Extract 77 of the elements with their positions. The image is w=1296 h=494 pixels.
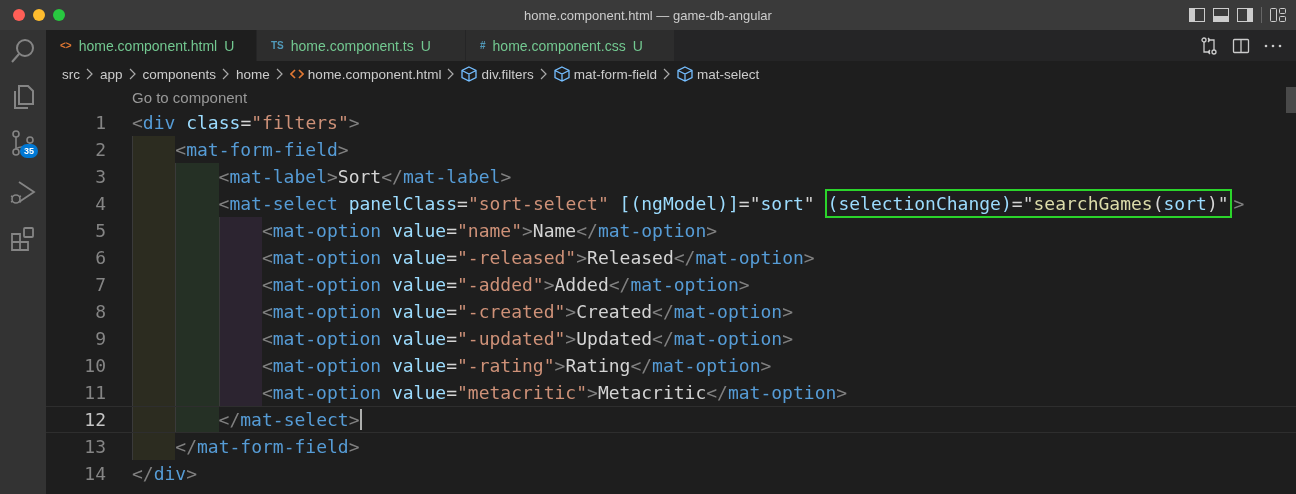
line-number: 2 xyxy=(94,138,106,162)
line-number: 9 xyxy=(94,327,106,351)
extensions-icon[interactable] xyxy=(10,226,36,252)
breadcrumb-item[interactable]: home.component.html xyxy=(289,66,442,82)
line-number: 11 xyxy=(83,381,106,405)
code-text: <mat-option value="-created">Created</mat-option> xyxy=(261,300,793,324)
cube-icon xyxy=(461,66,478,82)
chevron-right-icon xyxy=(662,68,671,80)
angle-brackets-icon xyxy=(289,69,304,79)
code-text: </mat-select> xyxy=(218,408,360,432)
cube-icon xyxy=(553,66,570,82)
code-text: > xyxy=(1233,192,1245,216)
breadcrumb-item[interactable]: src xyxy=(62,66,80,82)
toggle-secondary-sidebar-icon[interactable] xyxy=(1237,8,1253,22)
more-actions-icon[interactable] xyxy=(1264,42,1282,49)
code-text: <mat-label>Sort</mat-label> xyxy=(218,165,512,189)
code-text: <mat-option value="name">Name</mat-option> xyxy=(261,219,718,243)
editor-tab[interactable]: TS home.component.ts U xyxy=(257,30,466,61)
breadcrumb-item[interactable]: app xyxy=(100,66,123,82)
breadcrumb-item[interactable]: mat-select xyxy=(676,66,760,82)
line-number: 14 xyxy=(83,462,106,486)
indent-guide xyxy=(175,163,219,190)
line-number: 4 xyxy=(94,192,106,216)
close-window-button[interactable] xyxy=(13,9,25,21)
line-number: 12 xyxy=(83,408,106,432)
chevron-right-icon xyxy=(447,68,456,80)
line-number: 1 xyxy=(94,111,106,135)
search-icon[interactable] xyxy=(10,38,36,64)
window-title: home.component.html — game-db-angular xyxy=(524,7,772,23)
code-lens-link[interactable]: Go to component xyxy=(132,87,248,109)
line-number: 10 xyxy=(83,354,106,378)
chevron-right-icon xyxy=(275,68,284,80)
breadcrumb-item[interactable]: mat-form-field xyxy=(553,66,657,82)
code-text: <mat-option value="metacritic">Metacritic</mat-option> xyxy=(261,381,848,405)
layout-icon[interactable] xyxy=(1270,8,1286,22)
code-text: <mat-option value="-rating">Rating</mat-option> xyxy=(261,354,772,378)
chevron-right-icon xyxy=(128,68,137,80)
editor-tab[interactable]: # home.component.css U xyxy=(466,30,675,61)
editor-tab[interactable]: <> home.component.html U xyxy=(46,30,257,61)
compare-changes-icon[interactable] xyxy=(1200,36,1218,55)
code-text: <mat-select panelClass="sort-select" [(ngModel)]="sort" xyxy=(218,192,816,216)
line-number: 7 xyxy=(94,273,106,297)
code-text: </mat-form-field> xyxy=(175,435,360,459)
html-file-icon: <> xyxy=(60,40,72,51)
chevron-right-icon xyxy=(222,68,231,80)
changes-count-badge: 35 xyxy=(20,144,38,158)
css-file-icon: # xyxy=(480,40,486,51)
line-number: 6 xyxy=(94,246,106,270)
text-cursor xyxy=(359,409,362,430)
breadcrumb-item[interactable]: div.filters xyxy=(461,66,534,82)
code-text: </div> xyxy=(132,462,198,486)
run-debug-icon[interactable] xyxy=(10,180,36,206)
toggle-panel-icon[interactable] xyxy=(1213,8,1229,22)
source-control-icon[interactable] xyxy=(10,130,36,156)
indent-guide xyxy=(218,217,262,244)
code-text: <mat-option value="-added">Added</mat-option> xyxy=(261,273,750,297)
chevron-right-icon xyxy=(86,68,94,80)
ts-file-icon: TS xyxy=(271,40,284,51)
code-text: <mat-option value="-updated">Updated</mat-option> xyxy=(261,327,793,351)
chevron-right-icon xyxy=(539,68,548,80)
highlight-box: (selectionChange)="searchGames(sort)" xyxy=(825,190,1231,217)
breadcrumb-item[interactable]: home xyxy=(236,66,270,82)
line-number: 8 xyxy=(94,300,106,324)
breadcrumb-item[interactable]: components xyxy=(142,66,217,82)
code-text: <mat-option value="-released">Released</mat-option> xyxy=(261,246,815,270)
split-editor-icon[interactable] xyxy=(1232,36,1250,55)
code-text: <mat-form-field> xyxy=(175,138,349,162)
indent-guide xyxy=(132,136,176,163)
code-text: <div class="filters"> xyxy=(132,111,360,135)
toggle-sidebar-icon[interactable] xyxy=(1189,8,1205,22)
maximize-window-button[interactable] xyxy=(53,9,65,21)
cube-icon xyxy=(676,66,693,82)
line-number: 13 xyxy=(83,435,106,459)
line-number: 5 xyxy=(94,219,106,243)
minimize-window-button[interactable] xyxy=(33,9,45,21)
scrollbar-thumb[interactable] xyxy=(1286,87,1296,113)
line-number: 3 xyxy=(94,165,106,189)
